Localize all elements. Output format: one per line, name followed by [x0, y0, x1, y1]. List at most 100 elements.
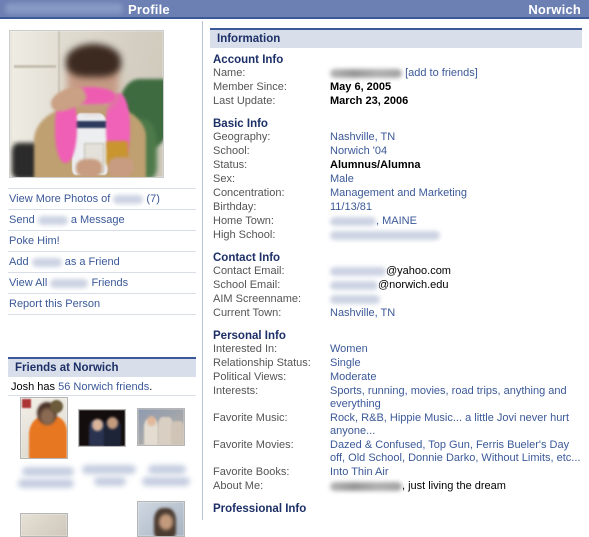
- information-section-header: Information: [210, 28, 582, 48]
- home-town-suffix: , MAINE: [376, 215, 417, 227]
- row-value[interactable]: Norwich '04: [330, 145, 585, 159]
- redacted-friend-name: [148, 465, 186, 474]
- sidebar-link-view-all-friends[interactable]: View All Friends: [8, 273, 196, 294]
- row-value: March 23, 2006: [330, 95, 409, 107]
- row-label: High School:: [213, 229, 276, 241]
- row-label: Current Town:: [213, 307, 282, 319]
- friend-thumbnail[interactable]: [137, 408, 185, 446]
- group-title-account-info: Account Info: [213, 54, 284, 66]
- redacted-name-value: [330, 68, 402, 78]
- network-name: Norwich: [528, 2, 581, 17]
- table-row: Interests: Sports, running, movies, road…: [213, 385, 585, 412]
- sidebar-action-links: View More Photos of (7) Send a Message P…: [8, 188, 196, 315]
- sidebar-link-send-message[interactable]: Send a Message: [8, 210, 196, 231]
- row-label: Status:: [213, 159, 248, 171]
- sidebar-link-label-3-before: Add: [9, 256, 29, 268]
- friend-thumbnail-grid: [8, 397, 198, 537]
- friends-count-text: Josh has 56 Norwich friends.: [8, 377, 196, 396]
- row-value[interactable]: Dazed & Confused, Top Gun, Ferris Bueler…: [330, 439, 585, 466]
- row-value[interactable]: Women: [330, 343, 585, 357]
- row-value[interactable]: Single: [330, 357, 585, 371]
- table-row: Geography: Nashville, TN: [213, 131, 585, 145]
- table-row: Status: Alumnus/Alumna: [213, 159, 585, 173]
- table-row: School Email: @norwich.edu: [213, 279, 585, 293]
- redacted-friend-name: [142, 477, 190, 486]
- row-value[interactable]: Sports, running, movies, road trips, any…: [330, 385, 585, 412]
- row-value[interactable]: Management and Marketing: [330, 187, 585, 201]
- table-row: Favorite Movies: Dazed & Confused, Top G…: [213, 439, 585, 466]
- row-label: Concentration:: [213, 187, 285, 199]
- row-label: Contact Email:: [213, 265, 285, 277]
- friends-count-suffix: .: [149, 381, 153, 393]
- friend-thumbnail[interactable]: [20, 513, 68, 537]
- row-value[interactable]: Nashville, TN: [330, 131, 585, 145]
- row-label: Home Town:: [213, 215, 274, 227]
- information-groups: Account Info Name: [add to friends] Memb…: [213, 54, 589, 516]
- row-value: [add to friends]: [330, 67, 585, 81]
- row-value: @yahoo.com: [330, 265, 585, 279]
- school-email-domain: @norwich.edu: [378, 279, 449, 291]
- sidebar-link-poke-him[interactable]: Poke Him!: [8, 231, 196, 252]
- table-row: Home Town: , MAINE: [213, 215, 585, 229]
- redacted-user-name-topbar: [5, 3, 123, 14]
- contact-email-domain: @yahoo.com: [386, 265, 451, 277]
- redacted-name-1: [37, 215, 68, 225]
- group-title-professional-info: Professional Info: [213, 503, 307, 515]
- friends-count-prefix: Josh has: [11, 381, 56, 393]
- table-row: Interested In: Women: [213, 343, 585, 357]
- sidebar-link-report-this-person[interactable]: Report this Person: [8, 294, 196, 315]
- row-label: Favorite Music:: [213, 412, 288, 424]
- sidebar-link-label-4-after: Friends: [91, 277, 129, 289]
- row-label: Interested In:: [213, 343, 278, 355]
- row-value: May 6, 2005: [330, 81, 392, 93]
- row-value[interactable]: Moderate: [330, 371, 585, 385]
- sidebar-link-label-1-before: Send: [9, 214, 35, 226]
- sidebar-link-label-2-before: Poke Him!: [9, 235, 60, 247]
- row-label: Birthday:: [213, 201, 257, 213]
- row-label: Name:: [213, 67, 246, 79]
- sidebar-link-view-more-photos[interactable]: View More Photos of (7): [8, 188, 196, 210]
- table-row: Contact Email: @yahoo.com: [213, 265, 585, 279]
- topbar-left-group: Profile: [5, 2, 170, 17]
- main-content: Information Account Info Name: [add to f…: [204, 21, 589, 520]
- row-label: Geography:: [213, 131, 271, 143]
- table-row: About Me: , just living the dream: [213, 480, 585, 494]
- sidebar-link-add-as-friend[interactable]: Add as a Friend: [8, 252, 196, 273]
- row-value[interactable]: , MAINE: [330, 215, 585, 229]
- table-row: Last Update: March 23, 2006: [213, 95, 585, 109]
- row-label: AIM Screenname:: [213, 293, 302, 305]
- row-value[interactable]: Nashville, TN: [330, 307, 585, 321]
- add-to-friends-link[interactable]: [add to friends]: [405, 67, 478, 79]
- basic-info-table: Geography: Nashville, TN School: Norwich…: [213, 131, 585, 243]
- table-row: School: Norwich '04: [213, 145, 585, 159]
- row-value[interactable]: 11/13/81: [330, 201, 585, 215]
- sidebar: View More Photos of (7) Send a Message P…: [0, 21, 203, 537]
- profile-photo[interactable]: [9, 30, 164, 178]
- friends-section-header: Friends at Norwich: [8, 357, 196, 377]
- row-value[interactable]: [330, 229, 585, 243]
- redacted-home-town: [330, 216, 376, 226]
- about-me-suffix: , just living the dream: [402, 480, 506, 492]
- redacted-aim-screenname: [330, 294, 380, 304]
- row-value[interactable]: Into Thin Air: [330, 466, 585, 480]
- friends-count-link[interactable]: 56 Norwich friends: [58, 381, 149, 393]
- sidebar-link-label-1-after: a Message: [70, 214, 125, 226]
- row-value[interactable]: Male: [330, 173, 585, 187]
- row-label: School Email:: [213, 279, 281, 291]
- friend-thumbnail[interactable]: [20, 397, 68, 459]
- row-label: Member Since:: [213, 81, 287, 93]
- friend-thumbnail[interactable]: [137, 501, 185, 537]
- redacted-high-school: [330, 230, 440, 240]
- table-row: High School:: [213, 229, 585, 243]
- table-row: AIM Screenname:: [213, 293, 585, 307]
- row-value[interactable]: Rock, R&B, Hippie Music... a little Jovi…: [330, 412, 585, 439]
- personal-info-table: Interested In: Women Relationship Status…: [213, 343, 585, 494]
- sidebar-link-label-0-before: View More Photos of: [9, 193, 111, 205]
- group-title-basic-info: Basic Info: [213, 118, 268, 130]
- table-row: Favorite Books: Into Thin Air: [213, 466, 585, 480]
- redacted-name-4: [50, 278, 89, 288]
- sidebar-link-label-3-after: as a Friend: [64, 256, 120, 268]
- friend-thumbnail[interactable]: [78, 409, 126, 447]
- redacted-friend-name: [18, 479, 74, 488]
- row-label: Political Views:: [213, 371, 287, 383]
